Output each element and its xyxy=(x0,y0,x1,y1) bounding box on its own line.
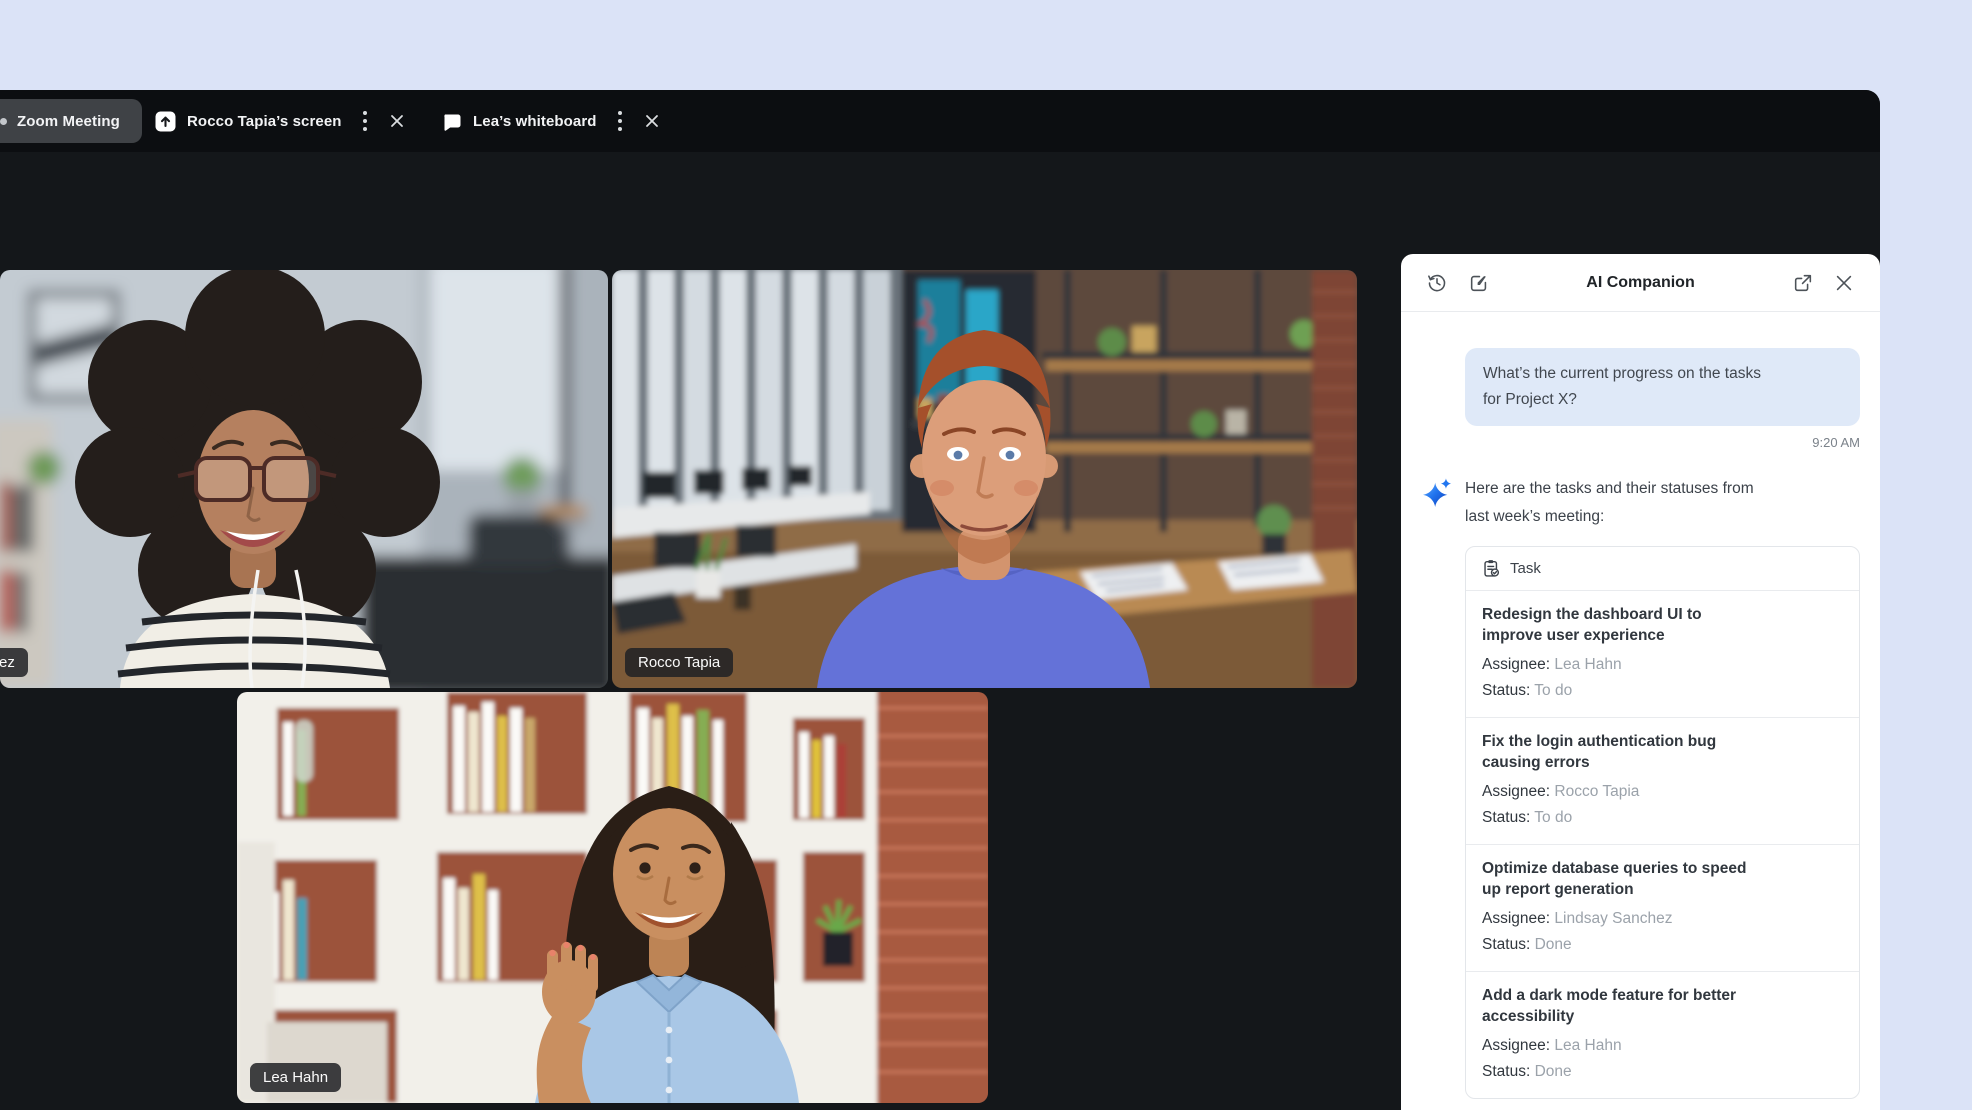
status-label: Status: xyxy=(1482,936,1530,953)
video-frame-illustration xyxy=(0,270,608,688)
desktop-background: { "tab_bar": { "active_tab": "Zoom Meeti… xyxy=(0,0,1972,1110)
assignee-label: Assignee: xyxy=(1482,783,1550,800)
assignee-label: Assignee: xyxy=(1482,1037,1550,1054)
assignee-value: Rocco Tapia xyxy=(1554,783,1639,800)
meeting-status-dot xyxy=(0,118,7,125)
tab-lea-whiteboard[interactable]: Lea’s whiteboard xyxy=(441,90,665,152)
close-icon[interactable] xyxy=(1832,271,1856,295)
screen-share-icon xyxy=(155,111,176,132)
video-tile-lea-hahn[interactable]: Lea Hahn xyxy=(237,692,988,1103)
ai-response-text: Here are the tasks and their statuses fr… xyxy=(1465,475,1860,531)
task-title: Fix the login authentication bug causing… xyxy=(1482,731,1843,773)
task-card-header: Task xyxy=(1466,547,1859,591)
history-icon[interactable] xyxy=(1425,271,1449,295)
participant-name-tag: Rocco Tapia xyxy=(625,648,733,677)
task-row: Redesign the dashboard UI to improve use… xyxy=(1466,591,1859,718)
status-label: Status: xyxy=(1482,682,1530,699)
tab-bar: Zoom Meeting Rocco Tapia’s screen xyxy=(0,90,1880,152)
video-tile-participant-1[interactable]: ez xyxy=(0,270,608,688)
video-tile-rocco-tapia[interactable]: Rocco Tapia xyxy=(612,270,1357,688)
new-chat-icon[interactable] xyxy=(1467,271,1491,295)
participant-name-tag: ez xyxy=(0,648,28,677)
ai-panel-header: AI Companion xyxy=(1401,254,1880,312)
tab-zoom-meeting-label: Zoom Meeting xyxy=(17,113,120,130)
status-value: Done xyxy=(1535,936,1572,953)
whiteboard-icon xyxy=(441,111,462,132)
user-message-bubble: What’s the current progress on the tasks… xyxy=(1465,348,1860,426)
tab-rocco-screen[interactable]: Rocco Tapia’s screen xyxy=(155,90,410,152)
status-value: To do xyxy=(1534,682,1572,699)
status-label: Status: xyxy=(1482,1063,1530,1080)
assignee-value: Lea Hahn xyxy=(1554,1037,1621,1054)
task-row: Add a dark mode feature for better acces… xyxy=(1466,972,1859,1098)
tab-rocco-screen-label: Rocco Tapia’s screen xyxy=(187,113,342,130)
task-card-header-label: Task xyxy=(1510,560,1541,577)
ai-companion-panel: AI Companion xyxy=(1401,254,1880,1110)
status-value: To do xyxy=(1534,809,1572,826)
pop-out-icon[interactable] xyxy=(1791,271,1815,295)
tab-lea-menu-kebab-icon[interactable] xyxy=(612,106,628,136)
task-row: Optimize database queries to speed up re… xyxy=(1466,845,1859,972)
assignee-label: Assignee: xyxy=(1482,656,1550,673)
video-frame-illustration xyxy=(237,692,988,1103)
task-list-icon xyxy=(1482,559,1501,578)
status-value: Done xyxy=(1535,1063,1572,1080)
participant-name-tag: Lea Hahn xyxy=(250,1063,341,1092)
video-frame-illustration xyxy=(612,270,1357,688)
task-card: Task Redesign the dashboard UI to improv… xyxy=(1465,546,1860,1099)
task-row: Fix the login authentication bug causing… xyxy=(1466,718,1859,845)
zoom-app-window: Zoom Meeting Rocco Tapia’s screen xyxy=(0,90,1880,1110)
task-title: Optimize database queries to speed up re… xyxy=(1482,858,1843,900)
assignee-value: Lindsay Sanchez xyxy=(1554,910,1672,927)
task-title: Redesign the dashboard UI to improve use… xyxy=(1482,604,1843,646)
ai-response: Here are the tasks and their statuses fr… xyxy=(1423,475,1860,1110)
assignee-label: Assignee: xyxy=(1482,910,1550,927)
status-label: Status: xyxy=(1482,809,1530,826)
task-title: Add a dark mode feature for better acces… xyxy=(1482,985,1843,1027)
ai-chat-area: What’s the current progress on the tasks… xyxy=(1401,312,1880,1110)
assignee-value: Lea Hahn xyxy=(1554,656,1621,673)
tab-zoom-meeting[interactable]: Zoom Meeting xyxy=(0,99,142,143)
ai-companion-sparkle-icon xyxy=(1423,477,1453,507)
message-timestamp: 9:20 AM xyxy=(1423,435,1860,450)
tab-rocco-menu-kebab-icon[interactable] xyxy=(357,106,373,136)
tab-lea-close-icon[interactable] xyxy=(639,108,665,134)
tab-lea-whiteboard-label: Lea’s whiteboard xyxy=(473,113,597,130)
tab-rocco-close-icon[interactable] xyxy=(384,108,410,134)
